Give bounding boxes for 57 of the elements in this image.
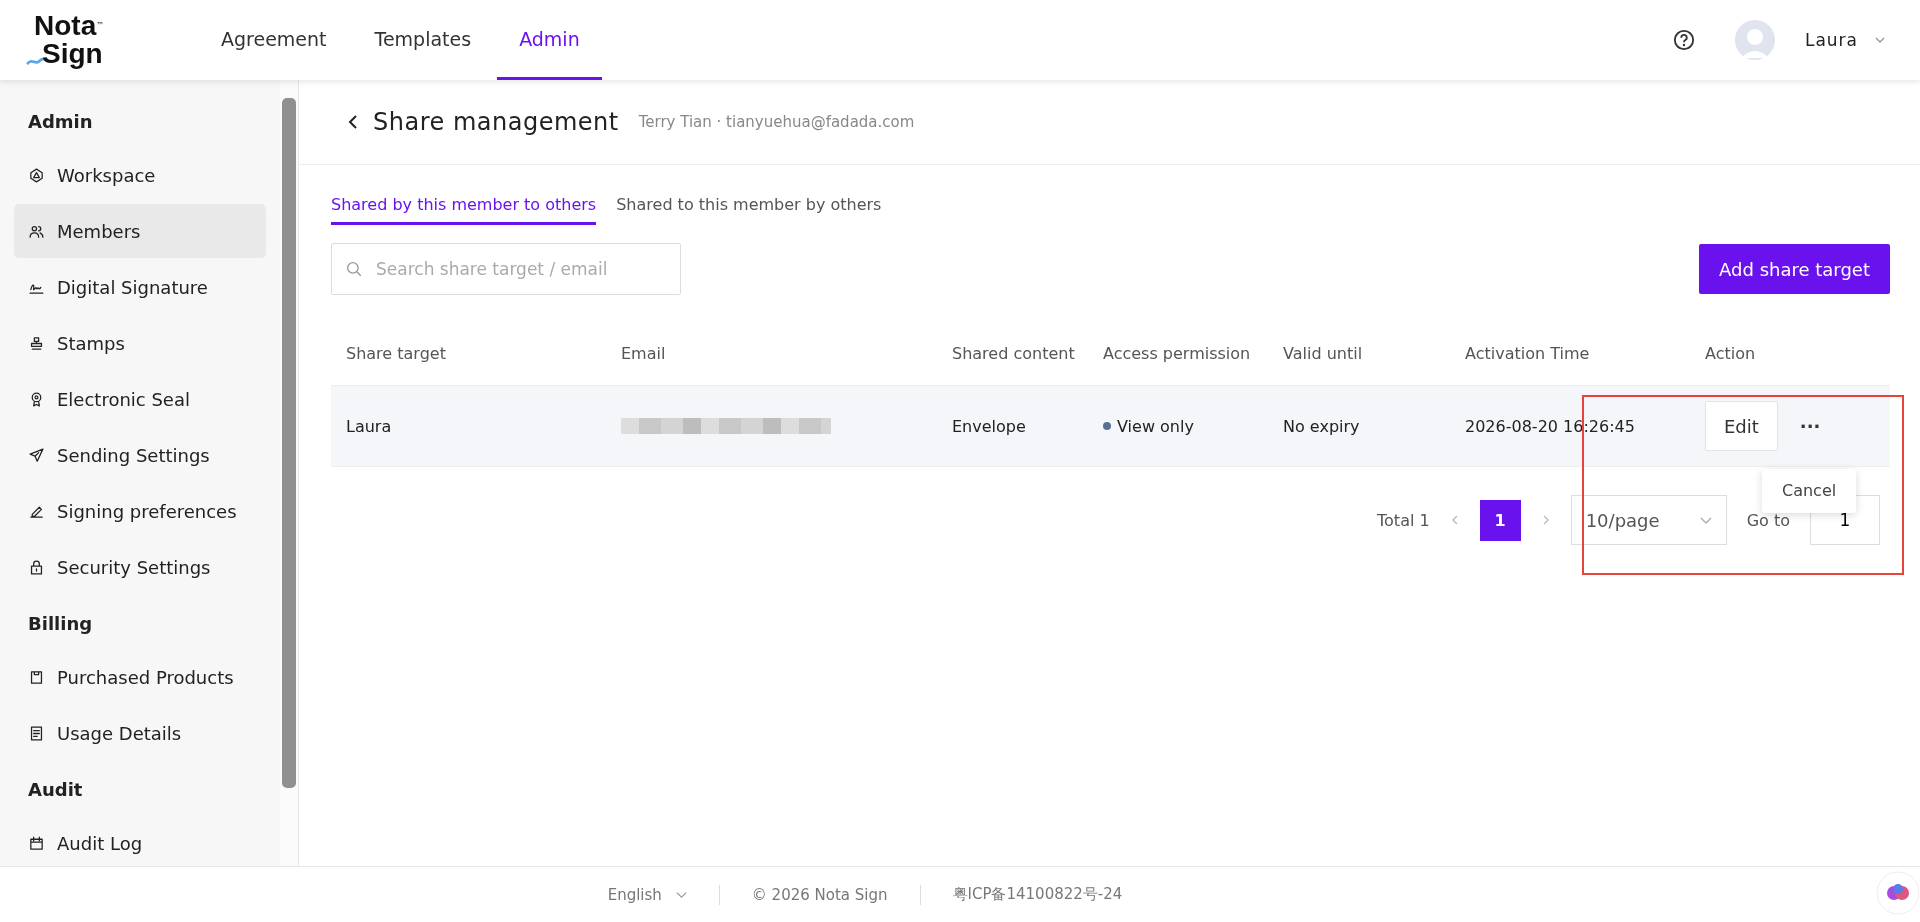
column-header: Action <box>1704 343 1757 363</box>
column-header: Share target <box>345 343 447 363</box>
sidebar-item[interactable]: Sending Settings <box>14 428 266 482</box>
section-heading: Admin <box>27 109 94 134</box>
goto-label: Go to <box>1746 510 1790 530</box>
language-select[interactable]: English <box>607 885 662 904</box>
logo-text: Nota <box>34 10 97 41</box>
table-cell-text: Envelope <box>951 416 1027 436</box>
section-heading: Audit <box>27 777 84 802</box>
back-icon[interactable] <box>347 114 359 130</box>
search-icon <box>345 260 363 278</box>
assistant-icon[interactable] <box>1876 871 1920 915</box>
nav-tab[interactable]: Admin <box>497 0 602 80</box>
tab[interactable]: Shared to this member by others <box>616 187 882 225</box>
help-icon[interactable] <box>1672 29 1695 51</box>
hexagon-icon <box>28 166 45 184</box>
calendar-icon <box>28 834 45 852</box>
stamp-icon <box>28 334 45 352</box>
table-cell-text: No expiry <box>1282 416 1361 436</box>
user-name[interactable]: Laura <box>1804 30 1858 50</box>
column-header: Valid until <box>1282 343 1364 363</box>
column-header: Activation Time <box>1464 343 1591 363</box>
nav-tab[interactable]: Agreement <box>199 0 349 80</box>
column-header: Shared content <box>951 343 1076 363</box>
tab[interactable]: Shared by this member to others <box>331 187 597 225</box>
column-header: Access permission <box>1102 343 1252 363</box>
page-title: Share management <box>373 108 619 136</box>
add-share-target-button[interactable]: Add share target <box>1699 244 1890 294</box>
page-button[interactable]: 1 <box>1479 499 1521 541</box>
trademark-mark: ™ <box>96 21 105 30</box>
more-button[interactable]: ··· <box>1795 415 1825 437</box>
table-cell: View only <box>1117 416 1194 436</box>
sidebar-item[interactable]: Audit Log <box>14 816 266 870</box>
sidebar-item[interactable]: Workspace <box>14 148 266 202</box>
send-icon <box>28 446 45 464</box>
table-cell-text: Laura <box>345 416 393 436</box>
member-info: Terry Tian · tianyuehua@fadada.com <box>638 113 915 131</box>
section-heading: Billing <box>27 611 94 636</box>
column-header: Email <box>620 343 667 363</box>
lock-icon <box>28 558 45 576</box>
sidebar-item[interactable]: Electronic Seal <box>14 372 266 426</box>
sidebar-item[interactable]: Members <box>14 204 266 258</box>
sidebar-item[interactable]: Usage Details <box>14 706 266 760</box>
icp-number: 粤ICP备14100822号-24 <box>952 885 1123 904</box>
sidebar-item[interactable]: Signing preferences <box>14 484 266 538</box>
sidebar-item[interactable]: Digital Signature <box>14 260 266 314</box>
sidebar-item[interactable]: Security Settings <box>14 540 266 594</box>
total-count: Total 1 <box>1377 510 1430 530</box>
sidebar-item[interactable]: Purchased Products <box>14 650 266 704</box>
caret-icon[interactable] <box>675 889 687 900</box>
search-field[interactable]: Search share target / email <box>331 243 681 295</box>
edit-button[interactable]: Edit <box>1705 401 1778 451</box>
copyright-text: © 2026 Nota Sign <box>751 885 888 904</box>
document-icon <box>28 724 45 742</box>
sidebar-item[interactable]: Stamps <box>14 316 266 370</box>
bag-icon <box>28 668 45 686</box>
nav-tab[interactable]: Templates <box>352 0 494 80</box>
